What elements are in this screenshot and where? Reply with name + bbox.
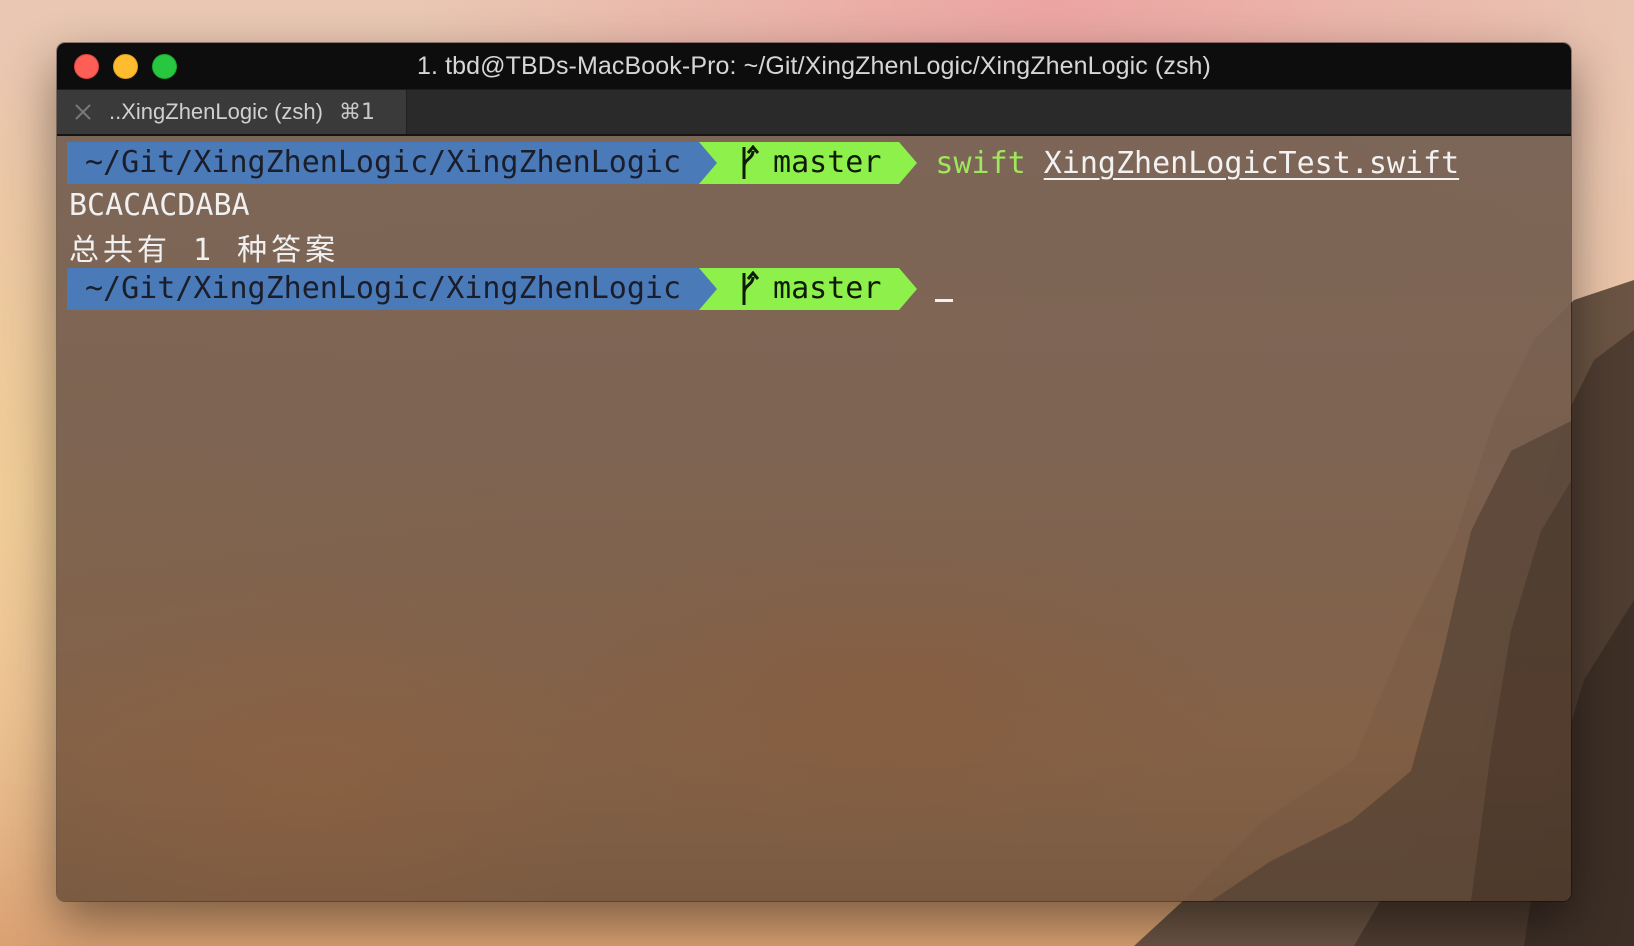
powerline-separator [699, 142, 718, 184]
window-title: 1. tbd@TBDs-MacBook-Pro: ~/Git/XingZhenL… [417, 51, 1211, 80]
prompt-git-segment: master [717, 268, 900, 310]
window-controls [74, 54, 177, 79]
tab-label: ..XingZhenLogic (zsh) [109, 99, 323, 124]
terminal-content[interactable]: ~/Git/XingZhenLogic/XingZhenLogic master… [57, 136, 1571, 901]
close-window-button[interactable] [74, 54, 99, 79]
output-line: 总共有 1 种答案 [57, 226, 1571, 268]
minimize-window-button[interactable] [113, 54, 138, 79]
tab-shortcut: ⌘1 [339, 99, 375, 125]
tab-bar: ..XingZhenLogic (zsh) ⌘1 [57, 89, 1571, 136]
tab-session-1[interactable]: ..XingZhenLogic (zsh) ⌘1 [57, 90, 407, 134]
prompt-branch: master [773, 271, 882, 306]
output-text: BCACACDABA [69, 187, 250, 223]
command-name: swift [935, 145, 1026, 181]
prompt-line: ~/Git/XingZhenLogic/XingZhenLogic master… [57, 142, 1571, 184]
powerline-separator [899, 268, 918, 310]
powerline-separator [699, 268, 718, 310]
translucent-background-rock [1211, 421, 1571, 901]
command-argument[interactable]: XingZhenLogicTest.swift [1044, 146, 1459, 181]
close-icon[interactable] [73, 102, 93, 122]
powerline-separator [899, 142, 918, 184]
output-line: BCACACDABA [57, 184, 1571, 226]
zoom-window-button[interactable] [152, 54, 177, 79]
title-bar[interactable]: 1. tbd@TBDs-MacBook-Pro: ~/Git/XingZhenL… [57, 43, 1571, 89]
git-branch-icon [742, 271, 760, 305]
prompt-path: ~/Git/XingZhenLogic/XingZhenLogic [67, 142, 700, 184]
prompt-git-segment: master [717, 142, 900, 184]
terminal-window: 1. tbd@TBDs-MacBook-Pro: ~/Git/XingZhenL… [57, 43, 1571, 901]
prompt-branch: master [773, 145, 882, 180]
prompt-path: ~/Git/XingZhenLogic/XingZhenLogic [67, 268, 700, 310]
prompt-line: ~/Git/XingZhenLogic/XingZhenLogic master [57, 268, 1571, 310]
git-branch-icon [742, 145, 760, 179]
output-text: 总共有 1 种答案 [69, 233, 340, 268]
text-cursor [935, 298, 954, 302]
